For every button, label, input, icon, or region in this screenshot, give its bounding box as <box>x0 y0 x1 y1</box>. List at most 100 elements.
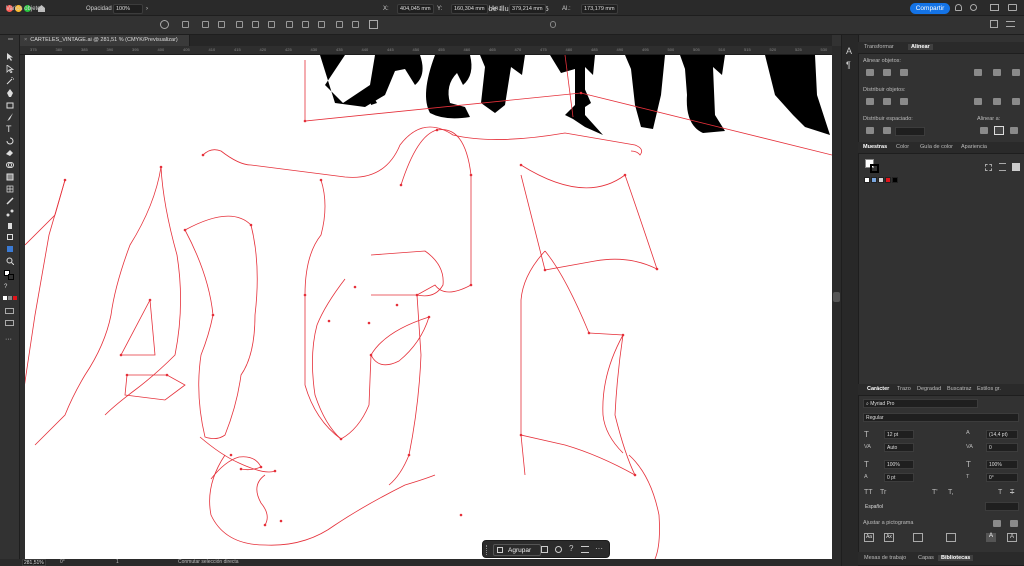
align-bottom-icon[interactable] <box>1012 69 1020 76</box>
align-to-artboard-icon[interactable] <box>980 127 988 134</box>
tab-pathfinder[interactable]: Buscatraz <box>947 386 971 392</box>
align-vcenter-icon[interactable] <box>252 21 259 28</box>
spacing-value-field[interactable] <box>895 127 925 136</box>
language-field[interactable]: Español <box>863 503 953 512</box>
tab-gradient[interactable]: Degradad <box>917 386 941 392</box>
align-to-selection-icon[interactable] <box>994 126 1004 135</box>
vertical-scale-field[interactable]: 100% <box>884 460 914 469</box>
paintbrush-tool-icon[interactable] <box>6 113 14 121</box>
height-field[interactable]: 173,179 mm <box>581 4 618 14</box>
leading-field[interactable]: (14,4 pt) <box>986 430 1018 439</box>
rotation-value[interactable]: 0° <box>60 559 65 565</box>
stroke-swatch[interactable] <box>870 164 879 173</box>
recolor-icon[interactable] <box>160 20 169 29</box>
font-family-field[interactable]: ⌕ Myriad Pro <box>863 399 978 408</box>
distribute-left-icon[interactable] <box>336 21 343 28</box>
color-mode-icon[interactable] <box>3 296 7 300</box>
artwork[interactable] <box>25 55 832 559</box>
paragraph-panel-icon[interactable]: ¶ <box>846 60 851 70</box>
superscript-icon[interactable]: T' <box>932 489 938 496</box>
tab-character[interactable]: Carácter <box>867 386 889 392</box>
font-style-field[interactable]: Regular <box>863 413 1019 422</box>
help-icon[interactable]: ? <box>569 544 573 553</box>
type-tool-icon[interactable]: T <box>6 125 14 134</box>
symbol-sprayer-tool-icon[interactable] <box>6 221 14 229</box>
strikethrough-icon[interactable]: T <box>1010 489 1014 496</box>
align-top-icon[interactable] <box>236 21 243 28</box>
hand-tool-icon[interactable] <box>6 245 14 253</box>
group-button[interactable]: Agrupar <box>493 544 541 556</box>
artboard-tool-icon[interactable] <box>6 233 14 241</box>
search-icon[interactable] <box>970 4 977 11</box>
tab-graphic-styles[interactable]: Estilos gr. <box>977 386 1001 392</box>
rectangle-tool-icon[interactable] <box>6 101 14 109</box>
tab-stroke[interactable]: Trazo <box>897 386 911 392</box>
align-hcenter-icon[interactable] <box>202 21 209 28</box>
eraser-tool-icon[interactable] <box>6 149 14 157</box>
canvas[interactable] <box>25 55 832 559</box>
baseline-snap-icon[interactable]: Aa <box>864 533 874 542</box>
swatch[interactable] <box>864 177 870 183</box>
screen-mode-icon[interactable] <box>5 320 14 326</box>
tab-layers[interactable]: Capas <box>918 555 934 561</box>
constrain-link-icon[interactable] <box>550 21 556 28</box>
close-tab-icon[interactable]: × <box>24 37 27 43</box>
width-field[interactable]: 379,214 mm <box>509 4 546 14</box>
tab-color-guide[interactable]: Guía de color <box>920 144 953 150</box>
rotate-tool-icon[interactable] <box>6 137 14 145</box>
vertical-scrollbar[interactable] <box>832 46 841 559</box>
gradient-tool-icon[interactable] <box>6 173 14 181</box>
stroke-swatch[interactable] <box>8 274 14 280</box>
swatch[interactable] <box>892 177 898 183</box>
swatch[interactable] <box>885 177 891 183</box>
zoom-tool-icon[interactable] <box>6 257 14 265</box>
snap-options-icon[interactable] <box>993 520 1001 527</box>
grid-view-icon[interactable] <box>1012 163 1020 171</box>
align-right-icon[interactable] <box>218 21 225 28</box>
align-left-icon[interactable] <box>182 21 189 28</box>
snap-help-icon[interactable] <box>1010 520 1018 527</box>
direct-selection-tool-icon[interactable] <box>6 65 14 73</box>
vertical-spacing-icon[interactable] <box>866 127 874 134</box>
artboard-number[interactable]: 1 <box>116 559 119 565</box>
horizontal-scale-field[interactable]: 100% <box>986 460 1018 469</box>
character-panel-icon[interactable]: A <box>846 46 852 56</box>
isolate-icon[interactable] <box>990 20 998 28</box>
x-field[interactable]: 404,045 mm <box>397 4 434 14</box>
character-rotation-field[interactable]: 0° <box>986 473 1018 482</box>
swatch[interactable] <box>871 177 877 183</box>
magic-wand-tool-icon[interactable] <box>6 77 14 85</box>
x-height-snap-icon[interactable]: Ax <box>884 533 894 542</box>
mesh-tool-icon[interactable] <box>6 185 14 193</box>
selection-tool-icon[interactable] <box>6 53 14 61</box>
taskbar-grip-icon[interactable] <box>486 545 488 555</box>
zoom-level-field[interactable]: 281,51% <box>22 559 46 566</box>
y-field[interactable]: 160,304 mm <box>451 4 488 14</box>
subscript-icon[interactable]: T, <box>948 489 953 496</box>
tab-libraries[interactable]: Bibliotecas <box>938 555 974 561</box>
shape-builder-tool-icon[interactable] <box>6 161 14 169</box>
underline-icon[interactable]: T <box>998 489 1002 496</box>
workspace-icon[interactable] <box>990 4 999 11</box>
tab-color[interactable]: Color <box>896 144 909 150</box>
all-caps-icon[interactable]: TT <box>864 489 873 496</box>
tab-align[interactable]: Alinear <box>908 44 933 50</box>
align-vcenter-icon[interactable] <box>993 69 1001 76</box>
panel-layout-icon[interactable] <box>1008 4 1017 11</box>
list-view-icon[interactable] <box>999 163 1006 171</box>
eyedropper-tool-icon[interactable] <box>6 197 14 205</box>
distribute-bottom-icon[interactable] <box>900 98 908 105</box>
anti-aliasing-field[interactable] <box>985 502 1019 511</box>
tab-swatches[interactable]: Muestras <box>863 144 887 150</box>
recolor-artwork-icon[interactable] <box>555 546 562 553</box>
gradient-mode-icon[interactable] <box>8 296 12 300</box>
swap-fill-stroke-icon[interactable]: ? <box>4 284 7 290</box>
align-right-icon[interactable] <box>900 69 908 76</box>
font-size-field[interactable]: 12 pt <box>884 430 914 439</box>
more-options-icon[interactable]: ··· <box>595 544 603 553</box>
swatch-options-icon[interactable] <box>985 164 992 171</box>
tab-appearance[interactable]: Apariencia <box>961 144 987 150</box>
reference-point-icon[interactable] <box>369 20 378 29</box>
horizontal-spacing-icon[interactable] <box>883 127 891 134</box>
distribute-right-icon[interactable] <box>1012 98 1020 105</box>
